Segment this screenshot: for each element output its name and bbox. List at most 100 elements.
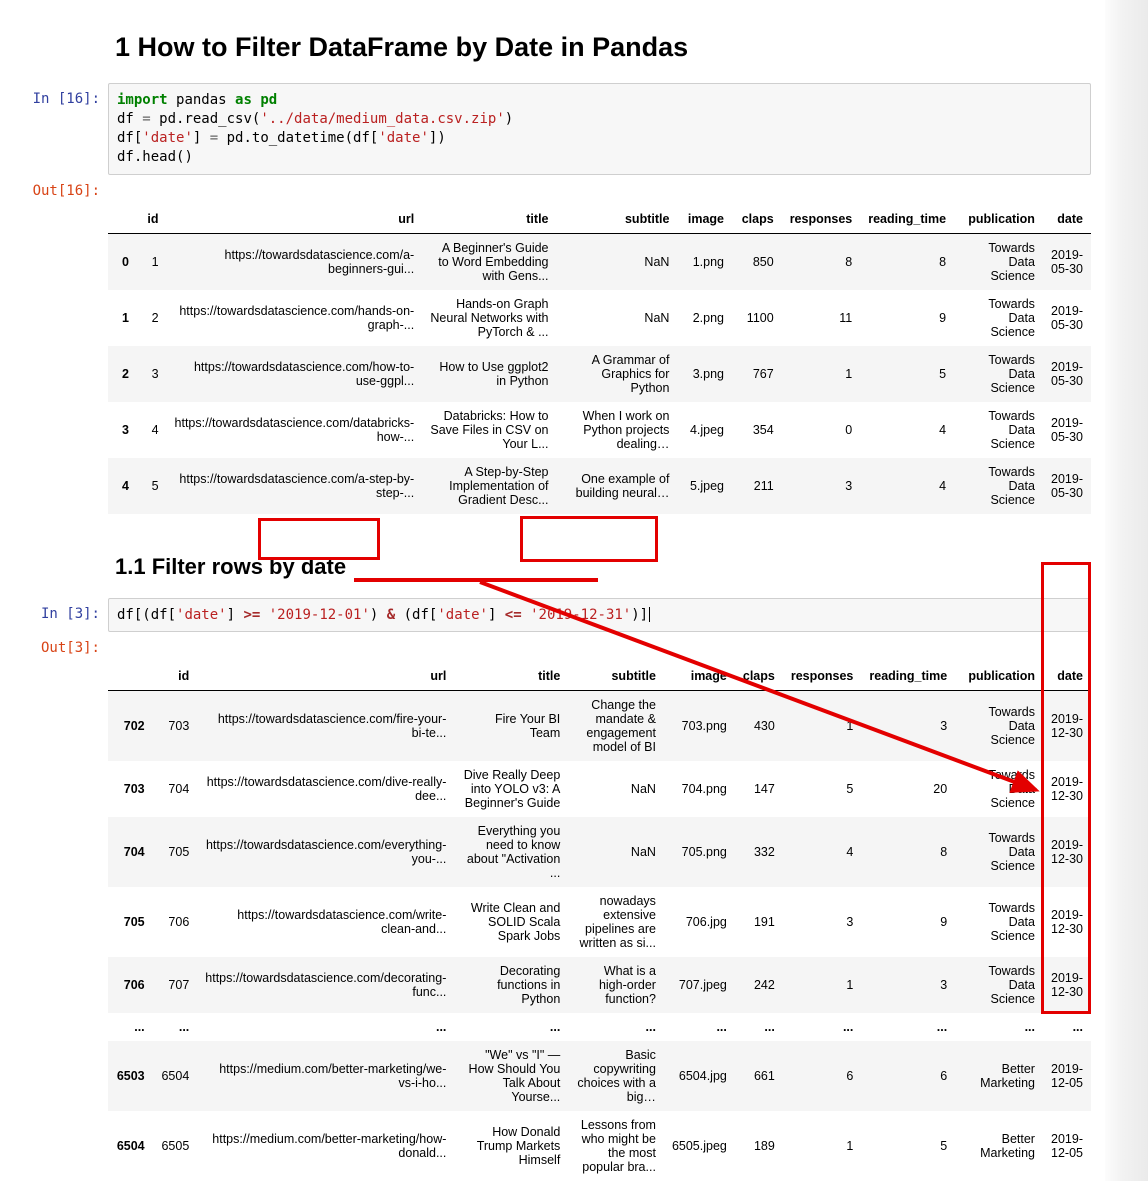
cell-image: 3.png bbox=[677, 346, 732, 402]
table-row: 706707https://towardsdatascience.com/dec… bbox=[108, 957, 1091, 1013]
cell-subtitle: nowadays extensive pipelines are written… bbox=[568, 887, 664, 957]
cell-image: 6505.jpeg bbox=[664, 1111, 735, 1181]
cell-subtitle: A Grammar of Graphics for Python bbox=[557, 346, 678, 402]
cell-id: 703 bbox=[153, 691, 198, 762]
cell-reading_time: 5 bbox=[860, 346, 954, 402]
cell-url: https://towardsdatascience.com/fire-your… bbox=[197, 691, 454, 762]
column-header: title bbox=[454, 662, 568, 691]
cell-responses: 3 bbox=[782, 458, 861, 514]
column-header: publication bbox=[954, 205, 1043, 234]
cell-url: https://towardsdatascience.com/a-beginne… bbox=[167, 233, 423, 290]
cell-url: https://towardsdatascience.com/hands-on-… bbox=[167, 290, 423, 346]
row-index: 6504 bbox=[108, 1111, 153, 1181]
output-area-3: idurltitlesubtitleimageclapsresponsesrea… bbox=[108, 656, 1091, 1181]
cell-publication: Towards Data Science bbox=[955, 691, 1043, 762]
cell-claps: ... bbox=[735, 1013, 783, 1041]
cell-claps: 850 bbox=[732, 233, 782, 290]
prompt-out-3: Out[3]: bbox=[0, 632, 108, 656]
cell-image: 707.jpeg bbox=[664, 957, 735, 1013]
cell-title: A Beginner's Guide to Word Embedding wit… bbox=[422, 233, 556, 290]
cell-url: https://towardsdatascience.com/write-cle… bbox=[197, 887, 454, 957]
column-header: publication bbox=[955, 662, 1043, 691]
cell-title: Databricks: How to Save Files in CSV on … bbox=[422, 402, 556, 458]
prompt-in-3: In [3]: bbox=[0, 598, 108, 622]
cell-date: 2019-12-30 bbox=[1043, 817, 1091, 887]
cell-subtitle: ... bbox=[568, 1013, 664, 1041]
cell-claps: 767 bbox=[732, 346, 782, 402]
table-row: 65046505https://medium.com/better-market… bbox=[108, 1111, 1091, 1181]
cell-claps: 147 bbox=[735, 761, 783, 817]
cell-url: https://towardsdatascience.com/decoratin… bbox=[197, 957, 454, 1013]
column-header: id bbox=[137, 205, 167, 234]
cell-title: How to Use ggplot2 in Python bbox=[422, 346, 556, 402]
row-index: 3 bbox=[108, 402, 137, 458]
output-area-16: idurltitlesubtitleimageclapsresponsesrea… bbox=[108, 199, 1091, 514]
cell-image: 6504.jpg bbox=[664, 1041, 735, 1111]
cell-id: 1 bbox=[137, 233, 167, 290]
prompt-out-16: Out[16]: bbox=[0, 175, 108, 199]
row-index: 704 bbox=[108, 817, 153, 887]
cell-reading_time: 20 bbox=[861, 761, 955, 817]
cell-image: 1.png bbox=[677, 233, 732, 290]
cell-claps: 661 bbox=[735, 1041, 783, 1111]
cell-responses: 1 bbox=[783, 957, 862, 1013]
cell-image: 706.jpg bbox=[664, 887, 735, 957]
column-header: claps bbox=[732, 205, 782, 234]
cell-title: Everything you need to know about "Activ… bbox=[454, 817, 568, 887]
cell-subtitle: One example of building neural… bbox=[557, 458, 678, 514]
code-input-16[interactable]: import pandas as pd df = pd.read_csv('..… bbox=[108, 83, 1091, 175]
column-header: responses bbox=[782, 205, 861, 234]
column-header: responses bbox=[783, 662, 862, 691]
column-header: subtitle bbox=[557, 205, 678, 234]
table-row: 01https://towardsdatascience.com/a-begin… bbox=[108, 233, 1091, 290]
text-caret bbox=[649, 607, 650, 622]
cell-id: 6505 bbox=[153, 1111, 198, 1181]
cell-publication: Towards Data Science bbox=[954, 346, 1043, 402]
cell-publication: Towards Data Science bbox=[955, 761, 1043, 817]
cell-responses: 1 bbox=[783, 1111, 862, 1181]
page-shadow bbox=[1105, 0, 1148, 1181]
cell-image: 703.png bbox=[664, 691, 735, 762]
dataframe-table-2: idurltitlesubtitleimageclapsresponsesrea… bbox=[108, 662, 1091, 1181]
dataframe-table-1: idurltitlesubtitleimageclapsresponsesrea… bbox=[108, 205, 1091, 514]
output-cell-16: Out[16]: bbox=[0, 175, 1105, 199]
cell-id: ... bbox=[153, 1013, 198, 1041]
cell-id: 2 bbox=[137, 290, 167, 346]
cell-title: Hands-on Graph Neural Networks with PyTo… bbox=[422, 290, 556, 346]
cell-url: https://towardsdatascience.com/how-to-us… bbox=[167, 346, 423, 402]
cell-subtitle: NaN bbox=[557, 290, 678, 346]
cell-publication: ... bbox=[955, 1013, 1043, 1041]
cell-reading_time: 3 bbox=[861, 957, 955, 1013]
heading-1-1: 1.1 Filter rows by date bbox=[115, 554, 1105, 580]
cell-url: https://medium.com/better-marketing/we-v… bbox=[197, 1041, 454, 1111]
cell-image: 2.png bbox=[677, 290, 732, 346]
cell-image: 4.jpeg bbox=[677, 402, 732, 458]
cell-reading_time: 4 bbox=[860, 402, 954, 458]
cell-url: https://towardsdatascience.com/everythin… bbox=[197, 817, 454, 887]
code-input-3[interactable]: df[(df['date'] >= '2019-12-01') & (df['d… bbox=[108, 598, 1091, 633]
cell-title: How Donald Trump Markets Himself bbox=[454, 1111, 568, 1181]
cell-responses: 3 bbox=[783, 887, 862, 957]
cell-claps: 191 bbox=[735, 887, 783, 957]
cell-publication: Towards Data Science bbox=[954, 233, 1043, 290]
row-index: 702 bbox=[108, 691, 153, 762]
table-row: 45https://towardsdatascience.com/a-step-… bbox=[108, 458, 1091, 514]
cell-url: https://towardsdatascience.com/a-step-by… bbox=[167, 458, 423, 514]
cell-claps: 1100 bbox=[732, 290, 782, 346]
cell-publication: Towards Data Science bbox=[954, 402, 1043, 458]
row-index: ... bbox=[108, 1013, 153, 1041]
cell-image: 705.png bbox=[664, 817, 735, 887]
cell-url: ... bbox=[197, 1013, 454, 1041]
column-header: url bbox=[197, 662, 454, 691]
cell-reading_time: 6 bbox=[861, 1041, 955, 1111]
cell-url: https://medium.com/better-marketing/how-… bbox=[197, 1111, 454, 1181]
table-row: 703704https://towardsdatascience.com/div… bbox=[108, 761, 1091, 817]
cell-date: 2019-12-30 bbox=[1043, 691, 1091, 762]
cell-date: ... bbox=[1043, 1013, 1091, 1041]
cell-responses: 1 bbox=[782, 346, 861, 402]
cell-date: 2019-12-30 bbox=[1043, 957, 1091, 1013]
cell-reading_time: 8 bbox=[861, 817, 955, 887]
row-index: 705 bbox=[108, 887, 153, 957]
cell-url: https://towardsdatascience.com/databrick… bbox=[167, 402, 423, 458]
cell-title: "We" vs "I" — How Should You Talk About … bbox=[454, 1041, 568, 1111]
